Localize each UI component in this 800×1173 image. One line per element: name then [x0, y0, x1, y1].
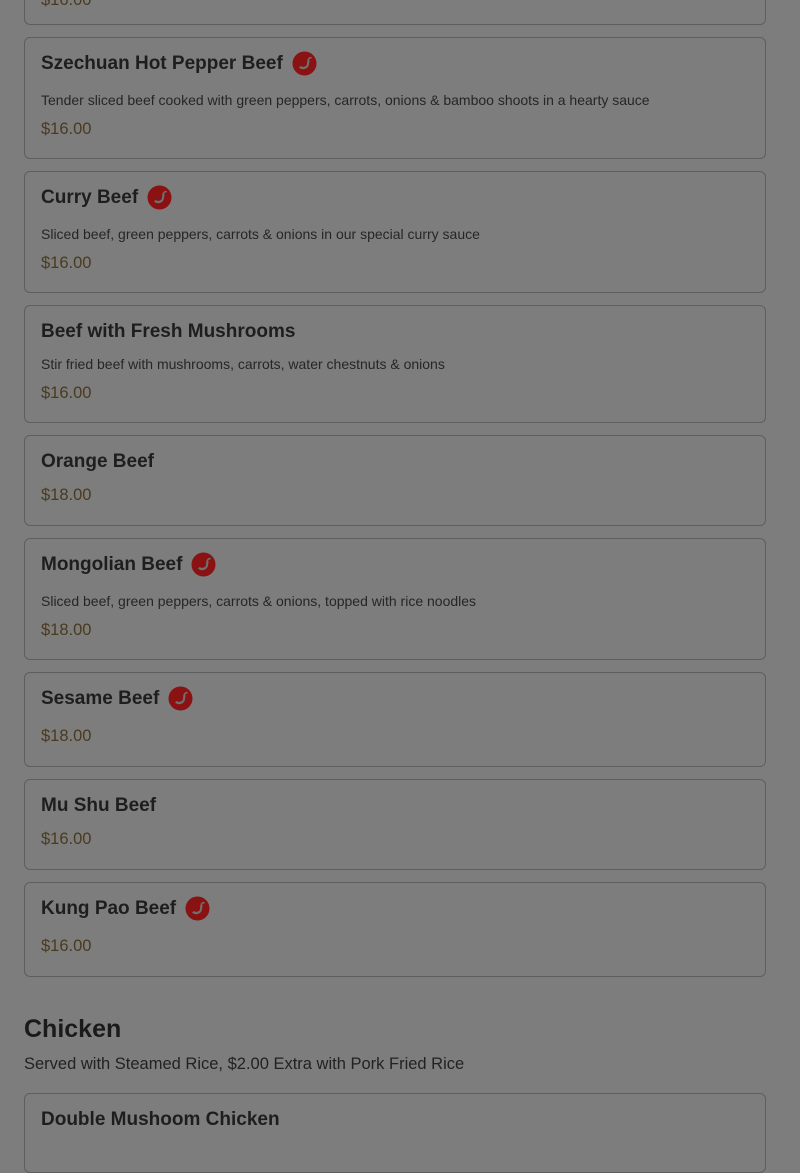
item-price: $18.00 [41, 621, 92, 639]
item-name: Sesame Beef [41, 687, 160, 709]
item-name: Mu Shu Beef [41, 795, 157, 816]
menu-item-card-partial[interactable]: $16.00 [24, 0, 766, 25]
menu-item-card[interactable]: Mu Shu Beef $16.00 [24, 779, 766, 870]
spicy-pepper-icon [191, 552, 216, 577]
menu-item-card[interactable]: Curry Beef Sliced beef, green peppers, c… [24, 171, 766, 293]
spicy-pepper-icon [292, 51, 317, 76]
item-description: Sliced beef, green peppers, carrots & on… [41, 593, 477, 609]
menu-item-card[interactable]: Szechuan Hot Pepper Beef Tender sliced b… [24, 37, 766, 159]
item-name: Beef with Fresh Mushrooms [41, 321, 296, 342]
menu-item-card[interactable]: Kung Pao Beef $16.00 [24, 882, 766, 977]
item-description: Sliced beef, green peppers, carrots & on… [41, 226, 480, 242]
item-name: Curry Beef [41, 186, 139, 208]
item-price: $16.00 [41, 937, 92, 955]
item-name: Kung Pao Beef [41, 897, 177, 919]
item-price: $16.00 [41, 830, 92, 848]
menu-item-card[interactable]: Double Mushoom Chicken [24, 1093, 766, 1173]
item-name: Orange Beef [41, 451, 154, 472]
item-price: $16.00 [41, 254, 92, 272]
menu-item-card[interactable]: Beef with Fresh Mushrooms Stir fried bee… [24, 305, 766, 423]
menu-item-card[interactable]: Sesame Beef $18.00 [24, 672, 766, 767]
spicy-pepper-icon [147, 185, 172, 210]
item-name: Mongolian Beef [41, 553, 183, 575]
menu-item-card[interactable]: Mongolian Beef Sliced beef, green pepper… [24, 538, 766, 660]
item-price: $16.00 [41, 0, 92, 9]
spicy-pepper-icon [168, 686, 193, 711]
menu-page: $16.00 Szechuan Hot Pepper Beef Tender s… [0, 0, 800, 1173]
section-subtitle: Served with Steamed Rice, $2.00 Extra wi… [24, 1055, 465, 1073]
item-price: $18.00 [41, 727, 92, 745]
item-name: Double Mushoom Chicken [41, 1109, 280, 1130]
item-name: Szechuan Hot Pepper Beef [41, 52, 283, 74]
item-price: $16.00 [41, 120, 92, 138]
item-description: Stir fried beef with mushrooms, carrots,… [41, 356, 445, 372]
menu-item-card[interactable]: Orange Beef $18.00 [24, 435, 766, 526]
item-price: $18.00 [41, 486, 92, 504]
section-title: Chicken [24, 1015, 122, 1043]
item-price: $16.00 [41, 384, 92, 402]
spicy-pepper-icon [185, 896, 210, 921]
item-description: Tender sliced beef cooked with green pep… [41, 92, 650, 108]
